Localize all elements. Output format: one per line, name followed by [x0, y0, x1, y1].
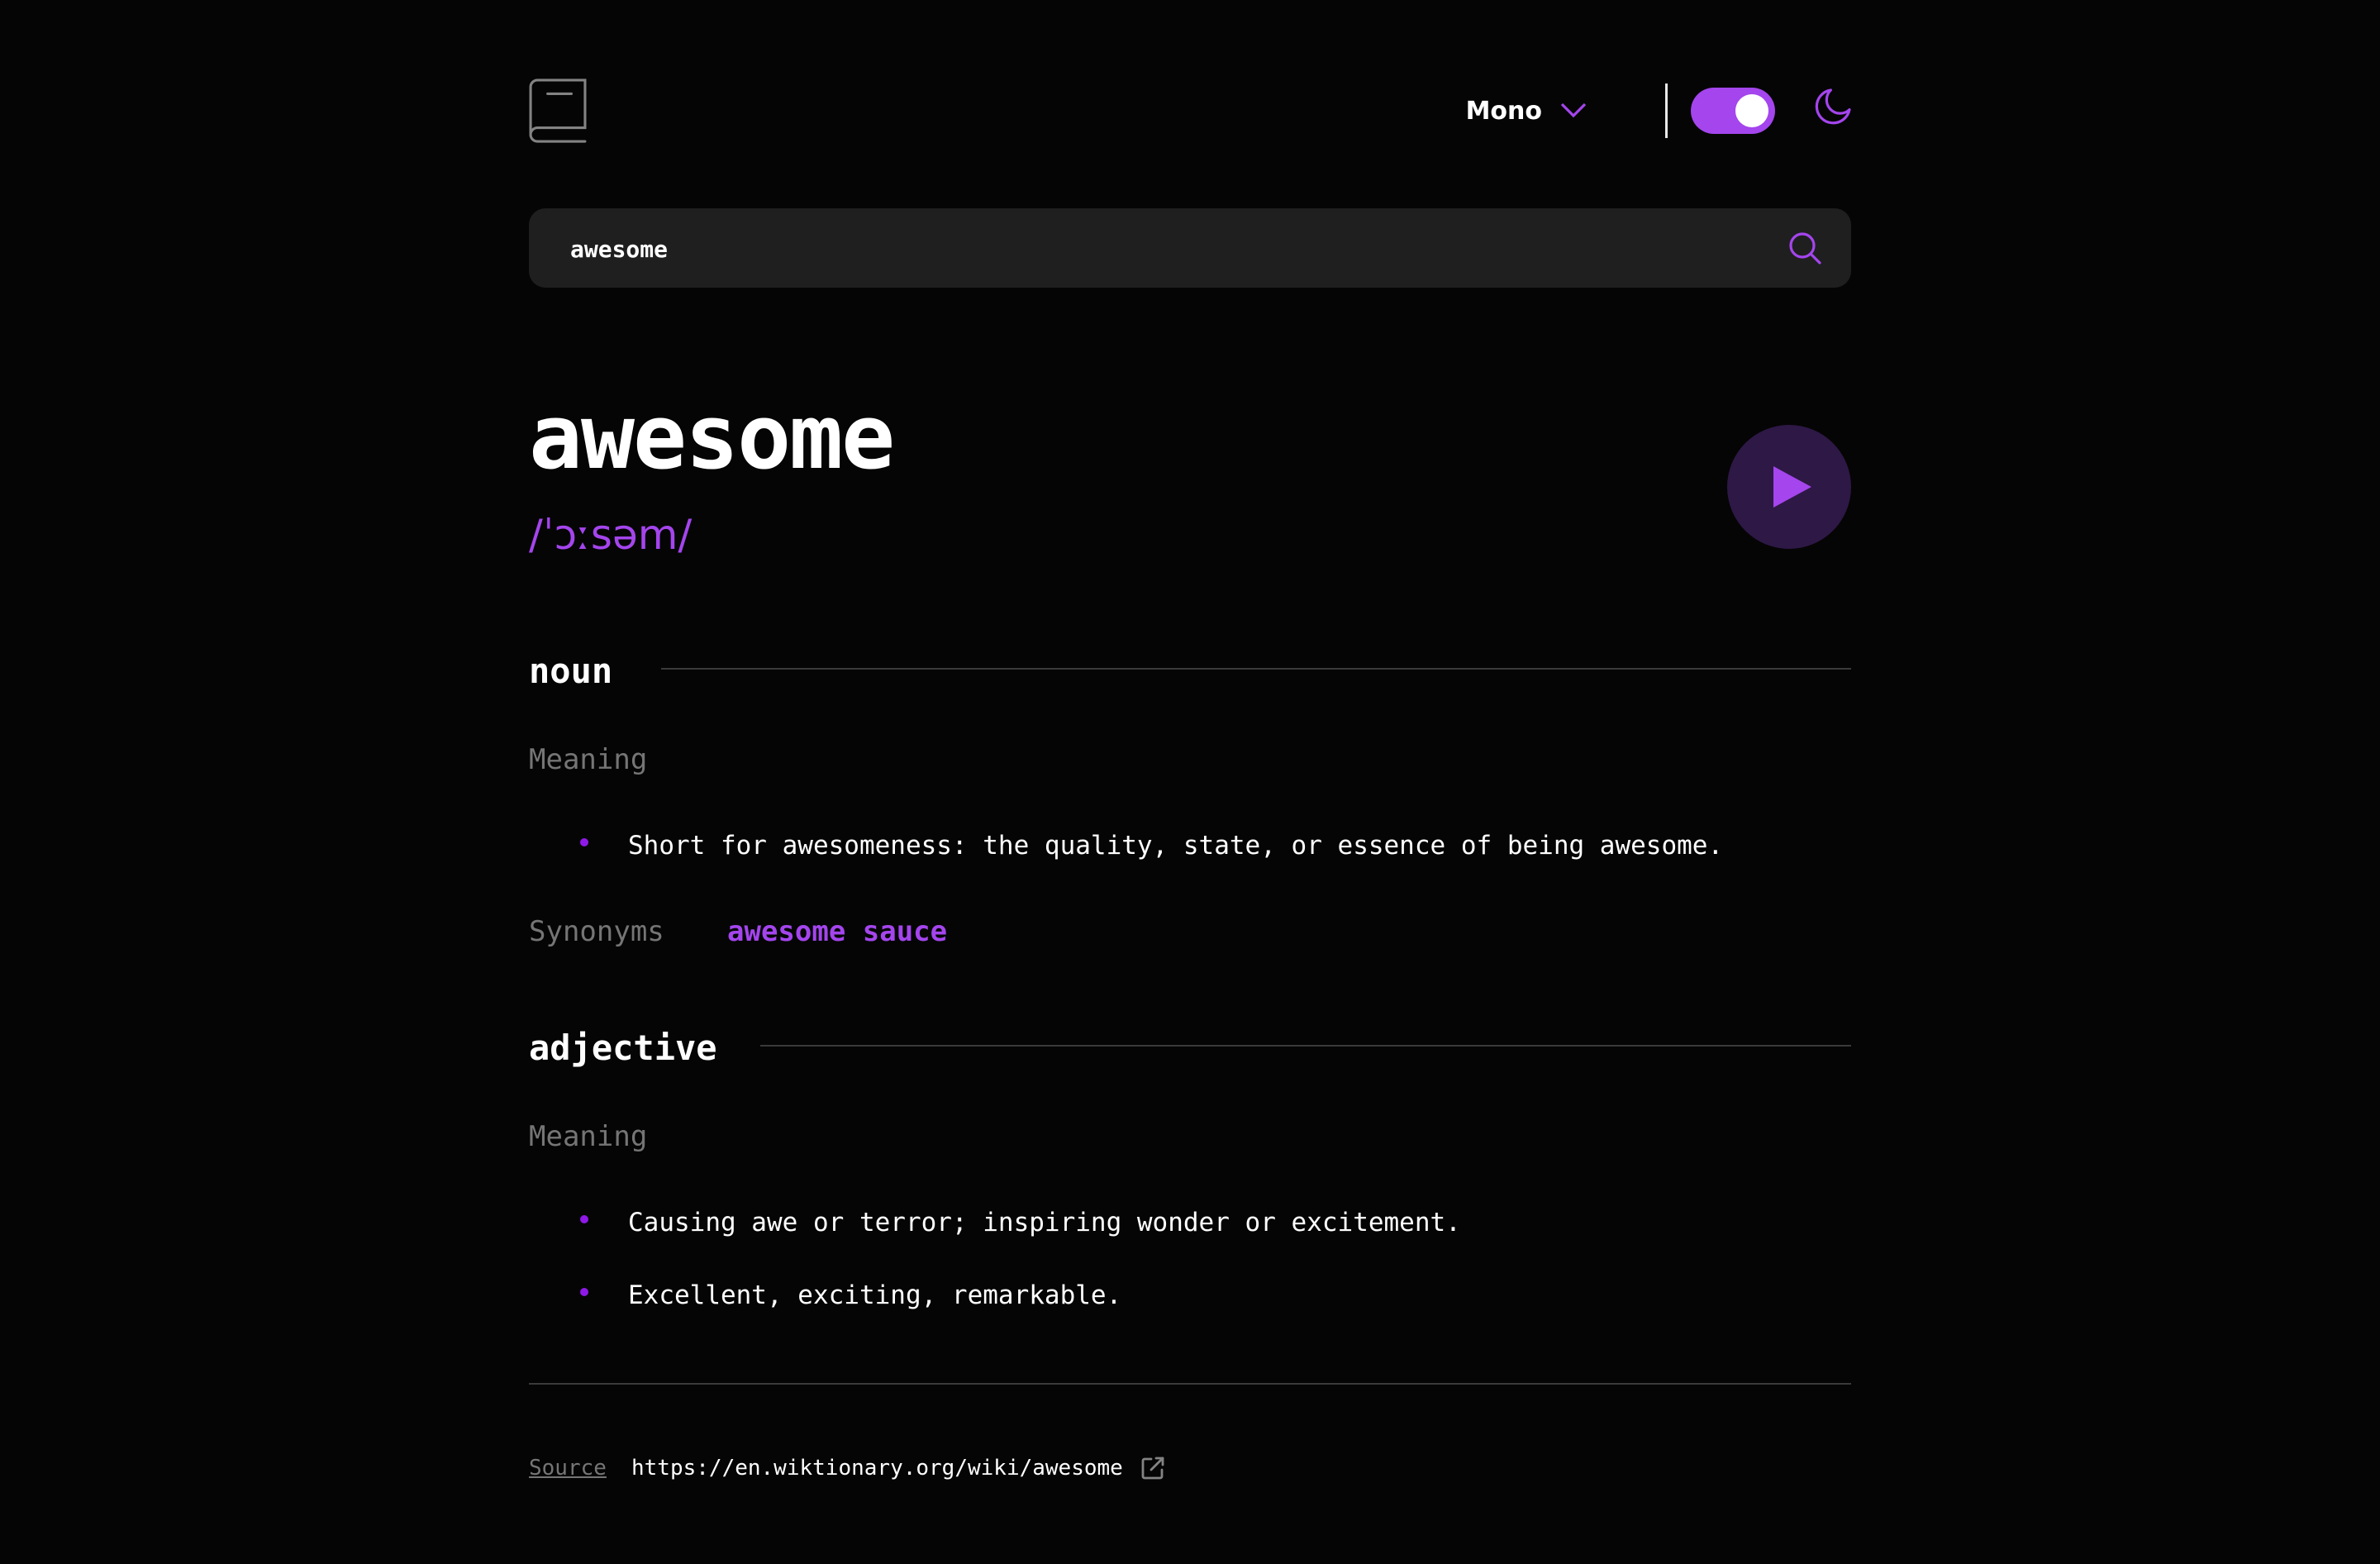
- header-divider: [1665, 83, 1668, 138]
- footer-divider: [529, 1383, 1851, 1385]
- book-icon: [529, 79, 587, 143]
- list-bullet: [580, 1288, 588, 1296]
- word-title: awesome: [529, 386, 895, 489]
- theme-toggle-knob: [1735, 94, 1768, 127]
- meaning-heading: Meaning: [529, 743, 648, 776]
- definition-item: Short for awesomeness: the quality, stat…: [628, 831, 1724, 861]
- phonetic: /ˈɔːsəm/: [529, 511, 693, 559]
- play-icon: [1773, 466, 1811, 508]
- synonyms-label: Synonyms: [529, 915, 664, 948]
- definition-item: Excellent, exciting, remarkable.: [628, 1280, 1122, 1310]
- section-divider: [661, 668, 1851, 670]
- source-label: Source: [529, 1456, 607, 1481]
- list-bullet: [580, 838, 588, 846]
- list-bullet: [580, 1215, 588, 1223]
- definition-item: Causing awe or terror; inspiring wonder …: [628, 1208, 1461, 1237]
- font-selector-label: Mono: [1465, 96, 1542, 126]
- section-divider: [760, 1045, 1851, 1047]
- font-selector[interactable]: Mono: [1466, 93, 1587, 129]
- source-link[interactable]: https://en.wiktionary.org/wiki/awesome: [631, 1452, 1164, 1485]
- search-bar: [529, 208, 1851, 289]
- part-of-speech-adjective: adjective: [529, 1028, 717, 1068]
- synonym-link[interactable]: awesome sauce: [727, 911, 947, 952]
- part-of-speech-noun: noun: [529, 651, 613, 691]
- search-icon[interactable]: [1788, 231, 1821, 265]
- chevron-down-icon: [1560, 103, 1587, 118]
- external-link-icon: [1141, 1457, 1164, 1480]
- theme-toggle[interactable]: [1691, 88, 1775, 134]
- search-input[interactable]: [569, 208, 1729, 289]
- play-button[interactable]: [1727, 425, 1851, 549]
- source-url: https://en.wiktionary.org/wiki/awesome: [631, 1456, 1123, 1481]
- header: Mono: [529, 78, 1851, 144]
- moon-icon[interactable]: [1815, 88, 1851, 127]
- meaning-heading: Meaning: [529, 1120, 648, 1153]
